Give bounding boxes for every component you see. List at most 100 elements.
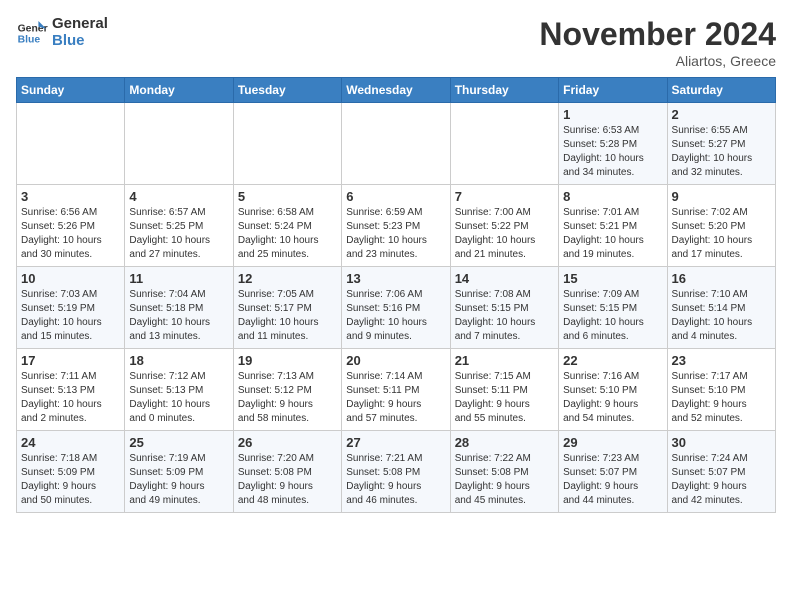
day-info: Sunrise: 7:02 AM Sunset: 5:20 PM Dayligh… [672, 206, 771, 262]
day-info: Sunrise: 7:21 AM Sunset: 5:08 PM Dayligh… [346, 452, 445, 508]
calendar-cell: 29Sunrise: 7:23 AM Sunset: 5:07 PM Dayli… [559, 431, 667, 513]
day-info: Sunrise: 7:00 AM Sunset: 5:22 PM Dayligh… [455, 206, 554, 262]
day-info: Sunrise: 7:15 AM Sunset: 5:11 PM Dayligh… [455, 370, 554, 426]
day-number: 9 [672, 189, 771, 204]
calendar-cell: 24Sunrise: 7:18 AM Sunset: 5:09 PM Dayli… [17, 431, 125, 513]
header-row: SundayMondayTuesdayWednesdayThursdayFrid… [17, 78, 776, 103]
day-number: 26 [238, 435, 337, 450]
calendar-cell: 11 Sunrise: 7:04 AM Sunset: 5:18 PM Dayli… [125, 267, 233, 349]
day-number: 6 [346, 189, 445, 204]
calendar-cell: 3 Sunrise: 6:56 AM Sunset: 5:26 PM Daylig… [17, 185, 125, 267]
logo-icon: General Blue [16, 17, 48, 49]
calendar-cell: 27 Sunrise: 7:21 AM Sunset: 5:08 PM Dayli… [342, 431, 450, 513]
day-info: Sunrise: 6:58 AM Sunset: 5:24 PM Dayligh… [238, 206, 337, 262]
calendar-cell: 17Sunrise: 7:11 AM Sunset: 5:13 PM Dayli… [17, 349, 125, 431]
calendar-cell: 22 Sunrise: 7:16 AM Sunset: 5:10 PM Dayli… [559, 349, 667, 431]
calendar-cell: 15Sunrise: 7:09 AM Sunset: 5:15 PM Dayli… [559, 267, 667, 349]
svg-text:Blue: Blue [18, 34, 41, 45]
day-info: Sunrise: 7:17 AM Sunset: 5:10 PM Dayligh… [672, 370, 771, 426]
calendar-cell [342, 103, 450, 185]
calendar-cell [17, 103, 125, 185]
calendar-cell: 13Sunrise: 7:06 AM Sunset: 5:16 PM Dayli… [342, 267, 450, 349]
day-number: 11 [129, 271, 228, 286]
day-info: Sunrise: 7:05 AM Sunset: 5:17 PM Dayligh… [238, 288, 337, 344]
page-header: General Blue General Blue November 2024 … [16, 16, 776, 69]
calendar-week-5: 24Sunrise: 7:18 AM Sunset: 5:09 PM Dayli… [17, 431, 776, 513]
calendar-cell [450, 103, 558, 185]
calendar-cell: 28 Sunrise: 7:22 AM Sunset: 5:08 PM Dayli… [450, 431, 558, 513]
calendar-cell: 6 Sunrise: 6:59 AM Sunset: 5:23 PM Daylig… [342, 185, 450, 267]
day-info: Sunrise: 7:09 AM Sunset: 5:15 PM Dayligh… [563, 288, 662, 344]
calendar-cell: 7 Sunrise: 7:00 AM Sunset: 5:22 PM Daylig… [450, 185, 558, 267]
day-number: 8 [563, 189, 662, 204]
day-number: 22 [563, 353, 662, 368]
header-day-wednesday: Wednesday [342, 78, 450, 103]
calendar-cell [125, 103, 233, 185]
calendar-body: 1 Sunrise: 6:53 AM Sunset: 5:28 PM Daylig… [17, 103, 776, 513]
day-number: 28 [455, 435, 554, 450]
calendar-cell: 26 Sunrise: 7:20 AM Sunset: 5:08 PM Dayli… [233, 431, 341, 513]
day-number: 27 [346, 435, 445, 450]
location-subtitle: Aliartos, Greece [539, 53, 776, 69]
day-number: 29 [563, 435, 662, 450]
day-number: 7 [455, 189, 554, 204]
month-title: November 2024 [539, 16, 776, 53]
day-number: 30 [672, 435, 771, 450]
calendar-cell: 9 Sunrise: 7:02 AM Sunset: 5:20 PM Daylig… [667, 185, 775, 267]
day-number: 16 [672, 271, 771, 286]
day-info: Sunrise: 7:03 AM Sunset: 5:19 PM Dayligh… [21, 288, 120, 344]
day-info: Sunrise: 7:14 AM Sunset: 5:11 PM Dayligh… [346, 370, 445, 426]
header-day-thursday: Thursday [450, 78, 558, 103]
logo-line2: Blue [52, 33, 108, 50]
calendar-cell: 30Sunrise: 7:24 AM Sunset: 5:07 PM Dayli… [667, 431, 775, 513]
calendar-cell: 19 Sunrise: 7:13 AM Sunset: 5:12 PM Dayli… [233, 349, 341, 431]
calendar-table: SundayMondayTuesdayWednesdayThursdayFrid… [16, 77, 776, 513]
day-info: Sunrise: 6:59 AM Sunset: 5:23 PM Dayligh… [346, 206, 445, 262]
calendar-week-2: 3 Sunrise: 6:56 AM Sunset: 5:26 PM Daylig… [17, 185, 776, 267]
day-number: 2 [672, 107, 771, 122]
calendar-header: SundayMondayTuesdayWednesdayThursdayFrid… [17, 78, 776, 103]
calendar-cell: 16Sunrise: 7:10 AM Sunset: 5:14 PM Dayli… [667, 267, 775, 349]
day-info: Sunrise: 6:53 AM Sunset: 5:28 PM Dayligh… [563, 124, 662, 180]
day-info: Sunrise: 6:55 AM Sunset: 5:27 PM Dayligh… [672, 124, 771, 180]
day-number: 25 [129, 435, 228, 450]
day-number: 18 [129, 353, 228, 368]
calendar-cell: 4 Sunrise: 6:57 AM Sunset: 5:25 PM Daylig… [125, 185, 233, 267]
day-number: 10 [21, 271, 120, 286]
calendar-cell: 20Sunrise: 7:14 AM Sunset: 5:11 PM Dayli… [342, 349, 450, 431]
day-number: 1 [563, 107, 662, 122]
day-info: Sunrise: 7:16 AM Sunset: 5:10 PM Dayligh… [563, 370, 662, 426]
day-number: 13 [346, 271, 445, 286]
svg-text:General: General [18, 23, 48, 34]
title-area: November 2024 Aliartos, Greece [539, 16, 776, 69]
header-day-saturday: Saturday [667, 78, 775, 103]
calendar-week-4: 17Sunrise: 7:11 AM Sunset: 5:13 PM Dayli… [17, 349, 776, 431]
day-info: Sunrise: 7:22 AM Sunset: 5:08 PM Dayligh… [455, 452, 554, 508]
day-info: Sunrise: 6:56 AM Sunset: 5:26 PM Dayligh… [21, 206, 120, 262]
day-number: 5 [238, 189, 337, 204]
day-number: 23 [672, 353, 771, 368]
calendar-cell: 1 Sunrise: 6:53 AM Sunset: 5:28 PM Daylig… [559, 103, 667, 185]
calendar-cell: 10 Sunrise: 7:03 AM Sunset: 5:19 PM Dayli… [17, 267, 125, 349]
calendar-cell: 2 Sunrise: 6:55 AM Sunset: 5:27 PM Daylig… [667, 103, 775, 185]
header-day-sunday: Sunday [17, 78, 125, 103]
day-info: Sunrise: 7:20 AM Sunset: 5:08 PM Dayligh… [238, 452, 337, 508]
calendar-cell: 12Sunrise: 7:05 AM Sunset: 5:17 PM Dayli… [233, 267, 341, 349]
calendar-cell: 5 Sunrise: 6:58 AM Sunset: 5:24 PM Daylig… [233, 185, 341, 267]
calendar-week-1: 1 Sunrise: 6:53 AM Sunset: 5:28 PM Daylig… [17, 103, 776, 185]
day-info: Sunrise: 7:01 AM Sunset: 5:21 PM Dayligh… [563, 206, 662, 262]
day-number: 19 [238, 353, 337, 368]
day-number: 3 [21, 189, 120, 204]
day-info: Sunrise: 7:13 AM Sunset: 5:12 PM Dayligh… [238, 370, 337, 426]
day-info: Sunrise: 7:12 AM Sunset: 5:13 PM Dayligh… [129, 370, 228, 426]
calendar-cell: 23 Sunrise: 7:17 AM Sunset: 5:10 PM Dayli… [667, 349, 775, 431]
header-day-tuesday: Tuesday [233, 78, 341, 103]
calendar-cell: 25Sunrise: 7:19 AM Sunset: 5:09 PM Dayli… [125, 431, 233, 513]
day-info: Sunrise: 7:04 AM Sunset: 5:18 PM Dayligh… [129, 288, 228, 344]
day-info: Sunrise: 6:57 AM Sunset: 5:25 PM Dayligh… [129, 206, 228, 262]
day-number: 21 [455, 353, 554, 368]
day-number: 24 [21, 435, 120, 450]
day-number: 4 [129, 189, 228, 204]
day-number: 14 [455, 271, 554, 286]
day-info: Sunrise: 7:08 AM Sunset: 5:15 PM Dayligh… [455, 288, 554, 344]
